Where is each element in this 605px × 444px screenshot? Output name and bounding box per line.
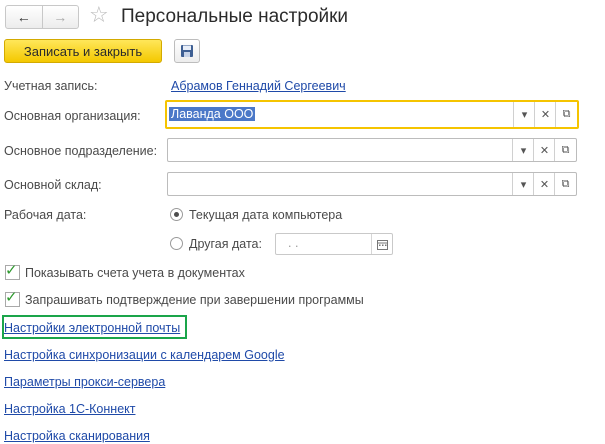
checkbox-confirm-exit-label: Запрашивать подтверждение при завершении… <box>25 293 364 307</box>
link-google-calendar-sync[interactable]: Настройка синхронизации с календарем Goo… <box>4 347 285 363</box>
back-arrow-icon[interactable]: ← <box>6 6 43 28</box>
dropdown-arrow-icon[interactable]: ▾ <box>512 173 534 195</box>
checkbox-show-accounts-label: Показывать счета учета в документах <box>25 266 245 280</box>
main-warehouse-field[interactable]: ▾ ✕ ⧉ <box>167 172 577 196</box>
checkmark-icon: ✓ <box>5 262 18 279</box>
forward-arrow-icon[interactable]: → <box>43 6 79 28</box>
radio-other-date-label: Другая дата: <box>189 237 262 251</box>
page-title: Персональные настройки <box>121 6 349 27</box>
radio-current-date[interactable] <box>170 208 183 221</box>
checkbox-show-accounts[interactable]: ✓ <box>5 262 20 280</box>
other-date-value: . . <box>288 236 299 250</box>
work-date-label: Рабочая дата: <box>4 208 87 222</box>
dropdown-arrow-icon[interactable]: ▾ <box>512 139 534 161</box>
main-warehouse-label: Основной склад: <box>4 178 102 192</box>
other-date-input[interactable]: . . <box>275 233 393 255</box>
dropdown-arrow-icon[interactable]: ▾ <box>513 102 535 127</box>
favorite-star-icon[interactable]: ☆ <box>89 3 109 27</box>
main-org-value: Лаванда ООО <box>169 107 256 121</box>
link-1c-connect[interactable]: Настройка 1С-Коннект <box>4 401 135 417</box>
account-label: Учетная запись: <box>4 79 98 93</box>
link-proxy-settings[interactable]: Параметры прокси-сервера <box>4 374 165 390</box>
radio-current-date-label: Текущая дата компьютера <box>189 208 343 222</box>
main-division-label: Основное подразделение: <box>4 144 158 158</box>
link-email-settings[interactable]: Настройки электронной почты <box>4 320 180 336</box>
open-icon[interactable]: ⧉ <box>554 139 576 161</box>
account-link[interactable]: Абрамов Геннадий Сергеевич <box>171 78 346 94</box>
save-and-close-button[interactable]: Записать и закрыть <box>4 39 162 63</box>
radio-other-date[interactable] <box>170 237 183 250</box>
main-org-field[interactable]: Лаванда ООО ▾ ✕ ⧉ <box>165 100 579 129</box>
calendar-icon[interactable] <box>371 234 392 254</box>
clear-icon[interactable]: ✕ <box>533 139 555 161</box>
link-scanning-settings[interactable]: Настройка сканирования <box>4 428 150 444</box>
checkmark-icon: ✓ <box>5 289 18 306</box>
main-division-field[interactable]: ▾ ✕ ⧉ <box>167 138 577 162</box>
open-icon[interactable]: ⧉ <box>554 173 576 195</box>
open-icon[interactable]: ⧉ <box>555 102 577 127</box>
clear-icon[interactable]: ✕ <box>533 173 555 195</box>
nav-buttons: ← → <box>5 5 79 29</box>
save-button[interactable] <box>174 39 200 63</box>
clear-icon[interactable]: ✕ <box>534 102 556 127</box>
checkbox-confirm-exit[interactable]: ✓ <box>5 289 20 307</box>
main-org-label: Основная организация: <box>4 109 141 123</box>
floppy-disk-icon <box>181 45 193 57</box>
